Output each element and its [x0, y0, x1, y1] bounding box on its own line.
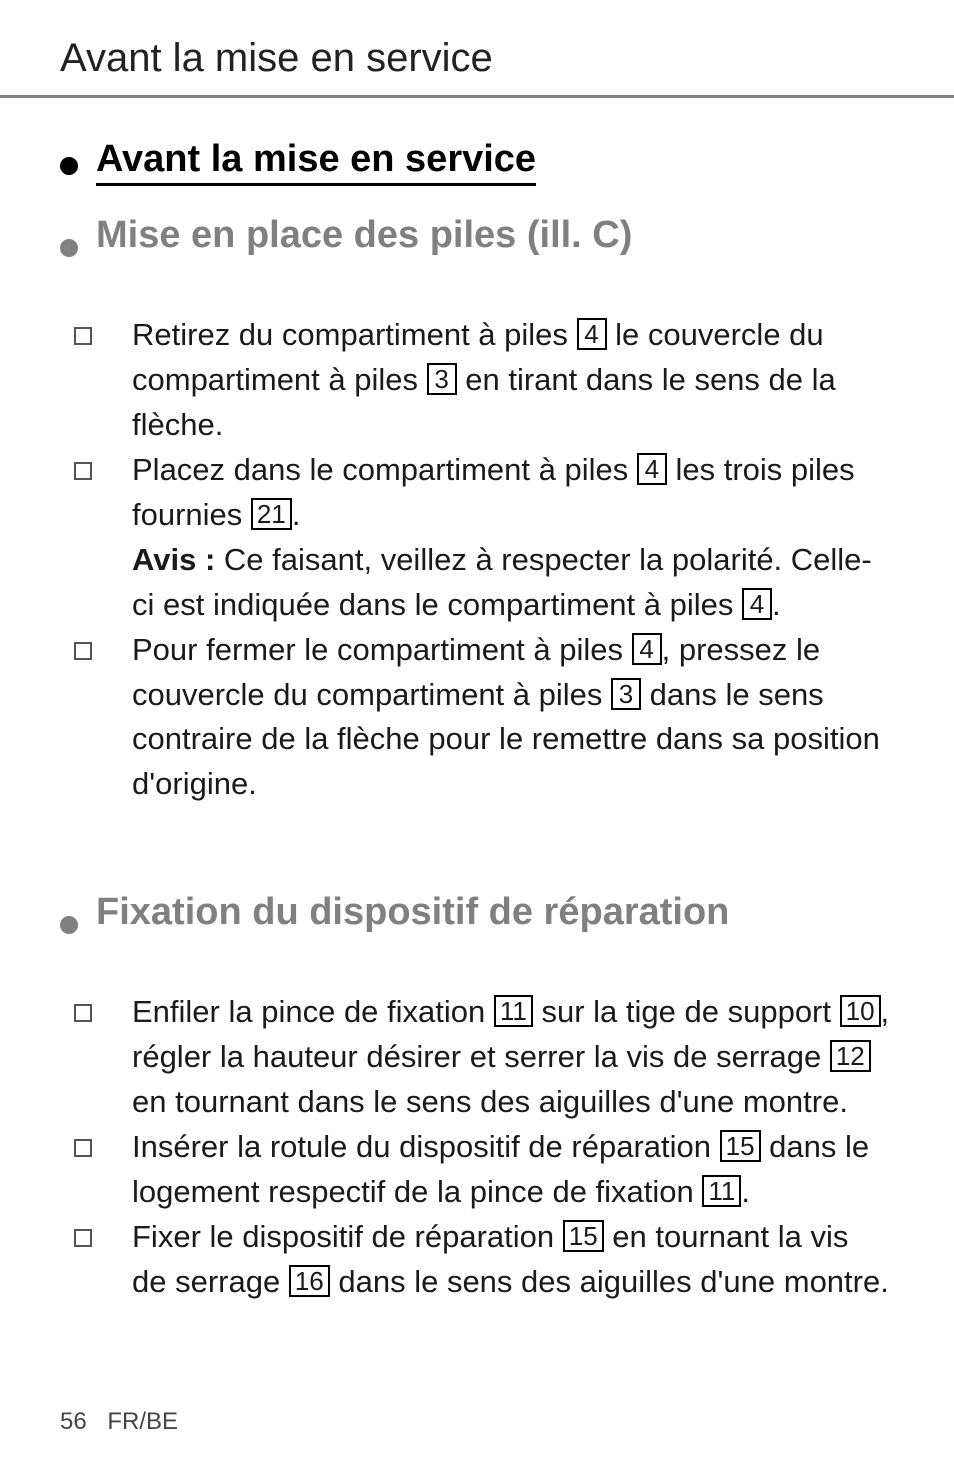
- reference-box: 15: [720, 1130, 761, 1162]
- reference-box: 10: [840, 995, 881, 1027]
- text-fragment: .: [772, 587, 781, 622]
- page-header: Avant la mise en service: [0, 0, 954, 85]
- page-content: Avant la mise en service Mise en place d…: [0, 98, 954, 1305]
- list-item: Fixer le dispositif de réparation 15 en …: [132, 1215, 890, 1305]
- text-fragment: sur la tige de support: [533, 994, 840, 1029]
- text-fragment: Pour fermer le compartiment à piles: [132, 632, 632, 667]
- text-fragment: Fixer le dispositif de réparation: [132, 1219, 563, 1254]
- list-item: Placez dans le compartiment à piles 4 le…: [132, 448, 890, 628]
- checkbox-icon: [74, 1004, 92, 1022]
- section-heading-1: Avant la mise en service: [96, 138, 536, 186]
- note-label: Avis :: [132, 542, 215, 577]
- list-item-text: Enfiler la pince de fixation 11 sur la t…: [132, 990, 890, 1125]
- checkbox-icon: [74, 327, 92, 345]
- page-footer: 56 FR/BE: [60, 1408, 178, 1436]
- checkbox-icon: [74, 1139, 92, 1157]
- text-fragment: Placez dans le compartiment à piles: [132, 452, 637, 487]
- list-item-text: Placez dans le compartiment à piles 4 le…: [132, 448, 890, 628]
- reference-box: 4: [632, 633, 662, 665]
- bullet-icon: [60, 157, 78, 175]
- list-item-text: Insérer la rotule du dispositif de répar…: [132, 1125, 890, 1215]
- list-item: Enfiler la pince de fixation 11 sur la t…: [132, 990, 890, 1125]
- checkbox-icon: [74, 462, 92, 480]
- text-fragment: en tournant dans le sens des aiguilles d…: [132, 1084, 848, 1119]
- list-item: Retirez du compartiment à piles 4 le cou…: [132, 313, 890, 448]
- list-item-text: Retirez du compartiment à piles 4 le cou…: [132, 313, 890, 448]
- reference-box: 4: [742, 588, 772, 620]
- reference-box: 21: [251, 498, 292, 530]
- section-heading-row-1: Avant la mise en service: [60, 138, 894, 186]
- text-fragment: Enfiler la pince de fixation: [132, 994, 494, 1029]
- reference-box: 12: [830, 1040, 871, 1072]
- text-fragment: Insérer la rotule du dispositif de répar…: [132, 1129, 720, 1164]
- bullet-icon: [60, 916, 78, 934]
- text-fragment: dans le sens des aiguilles d'une montre.: [330, 1264, 889, 1299]
- text-fragment: .: [292, 497, 301, 532]
- section-heading-2: Mise en place des piles (ill. C): [96, 214, 632, 257]
- checkbox-icon: [74, 642, 92, 660]
- reference-box: 4: [637, 453, 667, 485]
- text-fragment: Retirez du compartiment à piles: [132, 317, 577, 352]
- reference-box: 15: [563, 1220, 604, 1252]
- list-item-text: Pour fermer le compartiment à piles 4, p…: [132, 628, 890, 808]
- section-heading-row-3: Fixation du dispositif de réparation: [60, 891, 894, 934]
- running-title: Avant la mise en service: [60, 36, 894, 81]
- language-code: FR/BE: [107, 1408, 178, 1435]
- section-heading-row-2: Mise en place des piles (ill. C): [60, 214, 894, 257]
- reference-box: 16: [289, 1265, 330, 1297]
- list-item-text: Fixer le dispositif de réparation 15 en …: [132, 1215, 890, 1305]
- checkbox-icon: [74, 1229, 92, 1247]
- reference-box: 11: [494, 995, 533, 1027]
- page-number: 56: [60, 1408, 87, 1435]
- section3-list: Enfiler la pince de fixation 11 sur la t…: [60, 990, 894, 1305]
- text-fragment: .: [741, 1174, 750, 1209]
- list-item: Pour fermer le compartiment à piles 4, p…: [132, 628, 890, 808]
- reference-box: 4: [577, 318, 607, 350]
- bullet-icon: [60, 239, 78, 257]
- reference-box: 3: [611, 678, 641, 710]
- reference-box: 3: [427, 363, 457, 395]
- list-item: Insérer la rotule du dispositif de répar…: [132, 1125, 890, 1215]
- reference-box: 11: [702, 1175, 741, 1207]
- section2-list: Retirez du compartiment à piles 4 le cou…: [60, 313, 894, 807]
- section-heading-3: Fixation du dispositif de réparation: [96, 891, 729, 934]
